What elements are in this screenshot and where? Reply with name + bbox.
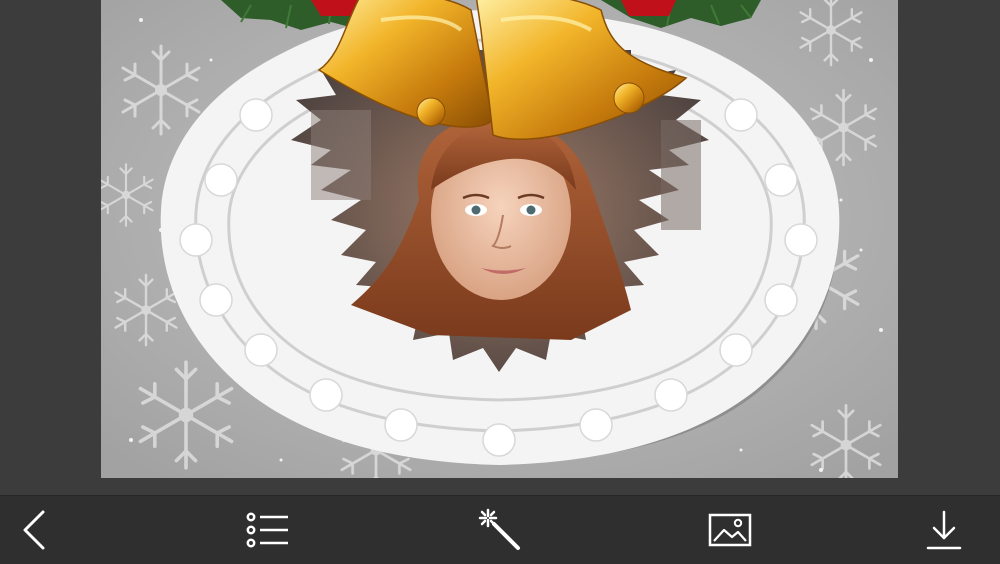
editor-canvas [0, 0, 1000, 495]
gallery-button[interactable]: Gallery [702, 504, 758, 556]
frame-artwork [101, 0, 898, 478]
effects-button[interactable]: Effects [472, 504, 528, 556]
frames-list-button[interactable]: Frames [240, 504, 296, 556]
bottom-toolbar: Back Frames Effec [0, 495, 1000, 564]
image-icon [708, 512, 752, 548]
framed-photo[interactable] [101, 0, 898, 478]
list-icon [246, 511, 290, 549]
back-button[interactable]: Back [6, 504, 62, 556]
download-button[interactable]: Save [916, 504, 972, 556]
chevron-left-icon [17, 508, 51, 552]
download-icon [924, 508, 964, 552]
magic-wand-icon [478, 508, 522, 552]
